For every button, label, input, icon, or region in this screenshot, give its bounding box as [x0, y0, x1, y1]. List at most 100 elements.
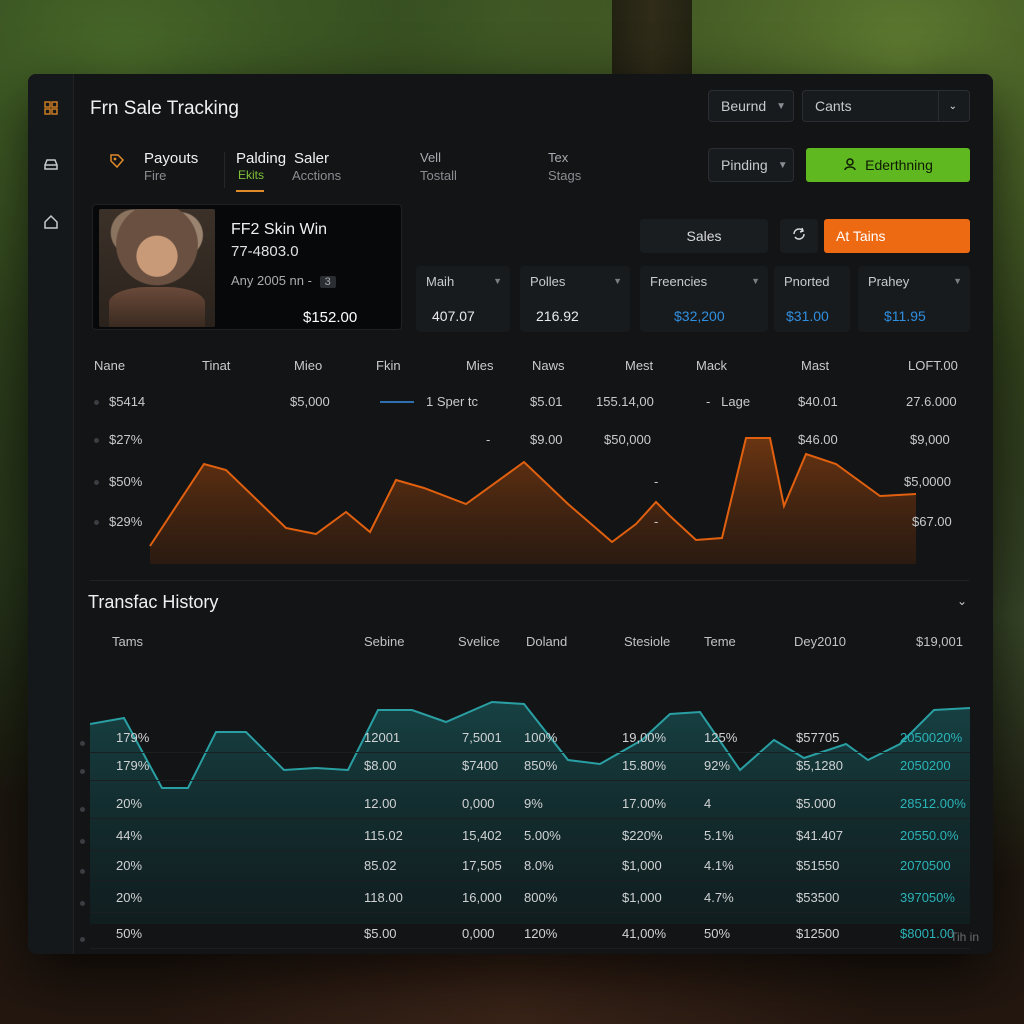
metric-card[interactable]: Freencies ▼ $32,200	[640, 266, 768, 332]
product-date-text: Any 2005 nn -	[231, 273, 312, 288]
table-cell: $5.000	[796, 796, 836, 811]
table-cell: 2050200	[900, 758, 951, 773]
grid-cell: $5,000	[290, 394, 330, 409]
table-row-first-cell: 179%	[116, 730, 150, 745]
grid-header: Nane	[94, 358, 126, 373]
grid-header: Fkin	[376, 358, 401, 373]
sales-area-chart	[149, 401, 917, 564]
status-select-value: Pinding	[721, 157, 768, 173]
grid-cell: - Lage	[706, 394, 751, 409]
product-card[interactable]: FF2 Skin Win 77-4803.0 Any 2005 nn - 3 $…	[92, 204, 402, 330]
grid-cell: $40.01	[798, 394, 838, 409]
row-dot	[80, 741, 85, 747]
table-cell: 12.00	[364, 796, 397, 811]
product-code: 77-4803.0	[231, 243, 299, 260]
tab-actions-sub: Acctions	[292, 168, 342, 183]
grid-header: Mieo	[294, 358, 323, 373]
chevron-down-icon: ▼	[613, 276, 622, 286]
table-cell: 5.00%	[524, 828, 561, 843]
grid-icon[interactable]	[41, 98, 61, 118]
tag-icon	[108, 152, 126, 175]
table-cell: 0,000	[462, 926, 495, 941]
row-divider	[90, 880, 970, 881]
column-header[interactable]: Doland	[526, 634, 567, 649]
table-cell: 20550.0%	[900, 828, 959, 843]
table-cell: 19,00%	[622, 730, 667, 745]
metric-value: 216.92	[536, 308, 579, 324]
chevron-down-icon[interactable]: ⌄	[957, 594, 967, 608]
table-cell: 2070500	[900, 858, 951, 873]
table-cell: 120%	[524, 926, 558, 941]
metric-card[interactable]: Maih ▼ 407.07	[416, 266, 510, 332]
metric-value: $31.00	[786, 308, 829, 324]
product-badge: 3	[319, 276, 336, 288]
metric-label: Pnorted	[784, 274, 830, 289]
metric-card[interactable]: Prahey ▼ $11.95	[858, 266, 970, 332]
primary-action-button[interactable]: At Tains	[824, 219, 970, 253]
product-title: FF2 Skin Win	[231, 221, 328, 238]
user-icon	[843, 157, 857, 174]
status-select[interactable]: Pinding ▼	[708, 148, 794, 182]
column-header[interactable]: $19,001	[916, 634, 963, 649]
table-cell: $1,000	[622, 890, 662, 905]
refresh-icon	[790, 225, 808, 248]
row-dot	[80, 769, 85, 775]
row-dot	[80, 869, 85, 875]
history-title: Transfac History	[88, 592, 219, 612]
grid-header: Mies	[466, 358, 494, 373]
grid-cell: $50,000	[604, 432, 651, 447]
tab-divider	[224, 152, 225, 188]
metric-card[interactable]: Polles ▼ 216.92	[520, 266, 630, 332]
sales-button[interactable]: Sales	[640, 219, 768, 253]
grid-cell: $46.00	[798, 432, 838, 447]
everything-button[interactable]: Ederthning	[806, 148, 970, 182]
table-cell: 5.1%	[704, 828, 734, 843]
grid-cell: $29%	[94, 514, 142, 529]
brand-select-value: Beurnd	[721, 98, 767, 114]
row-divider	[90, 912, 970, 913]
column-header[interactable]: Tams	[112, 634, 143, 649]
row-dot	[80, 937, 85, 943]
chevron-down-icon: ▼	[777, 159, 788, 171]
table-cell: $7400	[462, 758, 499, 773]
row-dot	[80, 839, 85, 845]
grid-cell: $27%	[94, 432, 142, 447]
row-divider	[90, 850, 970, 851]
tab-pending-label: Palding	[236, 150, 287, 167]
table-cell: $57705	[796, 730, 840, 745]
column-header[interactable]: Svelice	[458, 634, 500, 649]
home-icon[interactable]	[41, 212, 61, 232]
grid-cell: $5414	[94, 394, 145, 409]
column-header[interactable]: Dey2010	[794, 634, 846, 649]
column-header[interactable]: Sebine	[364, 634, 404, 649]
tab-payouts-label: Payouts	[144, 150, 199, 167]
chevron-down-icon: ⌄	[948, 100, 957, 112]
column-header[interactable]: Teme	[704, 634, 736, 649]
table-cell: 50%	[704, 926, 731, 941]
table-cell: 4.1%	[704, 858, 734, 873]
car-icon[interactable]	[41, 154, 61, 174]
refresh-button[interactable]	[780, 219, 818, 253]
table-cell: 115.02	[364, 828, 403, 843]
grid-cell: $9,000	[910, 432, 950, 447]
app-window: Frn Sale Tracking Beurnd ▼ Cants ⌄ Payout…	[28, 74, 993, 954]
column-header[interactable]: Stesiole	[624, 634, 670, 649]
table-cell: 4.7%	[704, 890, 734, 905]
table-cell: 397050%	[900, 890, 955, 905]
brand-select[interactable]: Beurnd ▼	[708, 90, 794, 122]
table-cell: 9%	[524, 796, 543, 811]
row-divider	[90, 948, 970, 949]
table-cell: 15,402	[462, 828, 502, 843]
grid-cell: -	[654, 474, 659, 489]
metric-value: $11.95	[884, 308, 926, 324]
category-select[interactable]: Cants ⌄	[802, 90, 970, 122]
product-price: $152.00	[303, 309, 358, 326]
table-cell: 15.80%	[622, 758, 667, 773]
table-cell: $5,1280	[796, 758, 843, 773]
grid-header: Tinat	[202, 358, 231, 373]
grid-header: LOFT.00	[908, 358, 958, 373]
table-row-first-cell: 20%	[116, 890, 143, 905]
metric-card[interactable]: Pnorted $31.00	[774, 266, 850, 332]
tab-vell-label: Vell	[420, 150, 441, 165]
table-cell: 28512.00%	[900, 796, 966, 811]
